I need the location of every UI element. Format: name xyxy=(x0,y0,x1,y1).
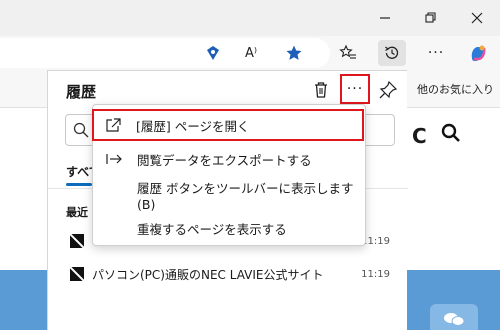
copilot-button[interactable] xyxy=(464,40,492,66)
menu-item-show-duplicate-pages[interactable]: 重複するページを表示する xyxy=(93,212,365,244)
history-more-options-button[interactable]: ··· xyxy=(340,74,370,104)
favorite-star-icon xyxy=(286,45,302,60)
more-icon: ··· xyxy=(427,45,445,61)
copilot-icon xyxy=(471,45,486,61)
history-item[interactable]: パソコン(PC)通販のNEC LAVIE公式サイト 11:19 xyxy=(70,263,390,285)
trash-icon[interactable] xyxy=(310,79,332,101)
search-icon[interactable] xyxy=(440,122,462,144)
minimize-icon xyxy=(380,17,390,19)
read-aloud-button[interactable]: A⁾ xyxy=(237,40,265,66)
open-external-icon xyxy=(106,118,121,132)
chat-icon xyxy=(444,313,465,326)
history-item-title: パソコン(PC)通販のNEC LAVIE公式サイト xyxy=(92,267,324,282)
history-item-time: 11:19 xyxy=(361,268,390,280)
favorites-list-icon xyxy=(339,44,356,59)
menu-item-label: 閲覧データをエクスポートする xyxy=(137,152,312,168)
minimize-button[interactable] xyxy=(372,6,398,30)
chat-button[interactable] xyxy=(430,304,478,330)
pin-icon[interactable] xyxy=(377,79,399,101)
history-panel-title: 履歴 xyxy=(66,83,97,101)
export-arrow-icon xyxy=(106,154,122,164)
history-icon xyxy=(385,46,399,59)
site-permissions-button[interactable] xyxy=(199,40,227,66)
settings-and-more-button[interactable]: ··· xyxy=(422,40,450,66)
menu-item-open-history-page[interactable]: [履歴] ページを開く xyxy=(92,109,364,141)
menu-item-show-history-button[interactable]: 履歴 ボタンをツールバーに表示します(B) xyxy=(93,179,365,212)
favorites-button[interactable] xyxy=(334,40,362,66)
site-favicon xyxy=(70,234,84,248)
menu-item-label: 履歴 ボタンをツールバーに表示します(B) xyxy=(137,181,354,212)
history-more-menu: [履歴] ページを開く 閲覧データをエクスポートする 履歴 ボタンをツールバーに… xyxy=(92,104,366,246)
restore-icon xyxy=(425,12,436,23)
page-logo-fragment: C xyxy=(412,124,427,148)
more-icon: ··· xyxy=(346,81,364,97)
menu-item-label: [履歴] ページを開く xyxy=(136,118,250,134)
close-window-button[interactable] xyxy=(464,6,490,30)
browser-toolbar: A⁾ ··· xyxy=(0,36,500,70)
title-bar xyxy=(0,0,500,36)
gear-key-icon xyxy=(207,46,219,60)
history-button[interactable] xyxy=(378,40,406,66)
search-icon xyxy=(73,122,89,138)
favorite-this-page-button[interactable] xyxy=(280,40,308,66)
site-favicon xyxy=(70,267,84,281)
tab-active-indicator xyxy=(66,183,92,186)
menu-item-label: 重複するページを表示する xyxy=(137,221,287,237)
section-recent: 最近 xyxy=(66,206,88,219)
restore-button[interactable] xyxy=(418,6,444,30)
menu-item-export-browsing-data[interactable]: 閲覧データをエクスポートする xyxy=(93,143,365,175)
close-icon xyxy=(471,12,483,24)
read-aloud-icon: A⁾ xyxy=(244,45,258,61)
other-favorites-folder[interactable]: 他のお気に入り xyxy=(417,81,494,97)
